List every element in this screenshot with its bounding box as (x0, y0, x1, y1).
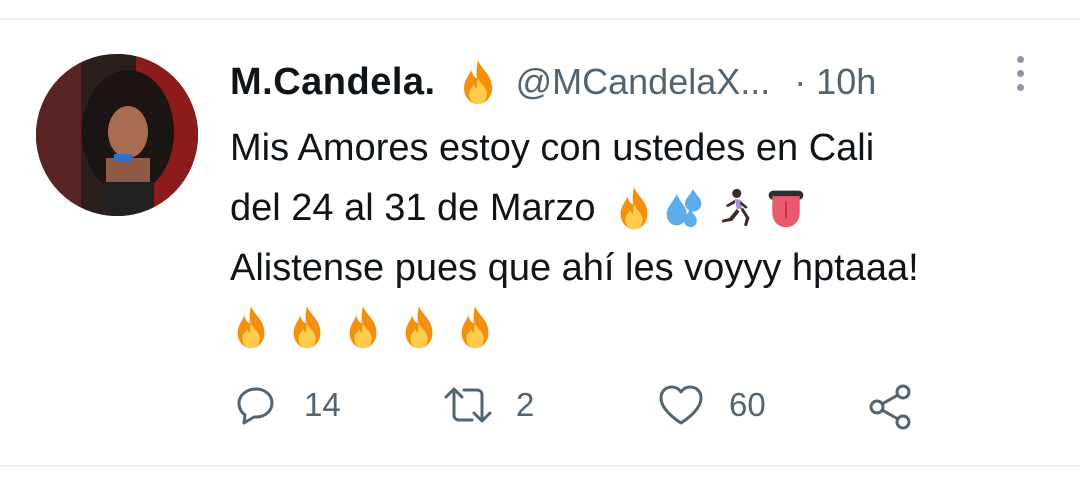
tweet-actions: 14 2 60 (0, 383, 1080, 433)
fire-icon (398, 304, 440, 350)
tongue-icon (769, 190, 804, 228)
fire-icon (613, 185, 655, 231)
retweet-icon (444, 387, 492, 423)
tweet-text: Mis Amores estoy con ustedes en Cali del… (230, 118, 1060, 350)
avatar[interactable] (36, 54, 198, 216)
retweet-count: 2 (516, 386, 535, 423)
reply-button[interactable]: 14 (234, 383, 341, 427)
user-handle[interactable]: @MCandelaX... (516, 61, 771, 103)
reply-icon (237, 387, 274, 425)
fire-icon (458, 58, 498, 106)
display-name[interactable]: M.Candela. (230, 61, 436, 104)
sweat-droplets-icon (667, 188, 702, 228)
tweet-line-1: Mis Amores estoy con ustedes en Cali (230, 127, 875, 169)
tweet-line-2: del 24 al 31 de Marzo (230, 178, 1060, 238)
heart-icon (659, 385, 703, 425)
like-button[interactable]: 60 (657, 383, 766, 427)
tweet-line-3: Alistense pues que ahí les voyyy hptaaa! (230, 247, 919, 289)
more-vertical-icon[interactable] (1011, 56, 1029, 98)
tweet-line-2-text: del 24 al 31 de Marzo (230, 187, 596, 229)
timestamp[interactable]: · 10h (794, 61, 876, 103)
fire-icon (286, 304, 328, 350)
like-count: 60 (729, 386, 766, 423)
share-button[interactable] (866, 383, 914, 431)
fire-icon (342, 304, 384, 350)
tweet-header: M.Candela. @MCandelaX... · 10h (230, 56, 876, 108)
fire-emoji-row (230, 304, 1060, 350)
fire-icon (230, 304, 272, 350)
retweet-button[interactable]: 2 (440, 383, 534, 427)
share-icon (869, 384, 911, 430)
bottom-divider (0, 465, 1080, 467)
fire-icon (454, 304, 496, 350)
reply-count: 14 (304, 386, 341, 423)
top-divider (0, 18, 1080, 20)
running-woman-icon (722, 188, 750, 227)
